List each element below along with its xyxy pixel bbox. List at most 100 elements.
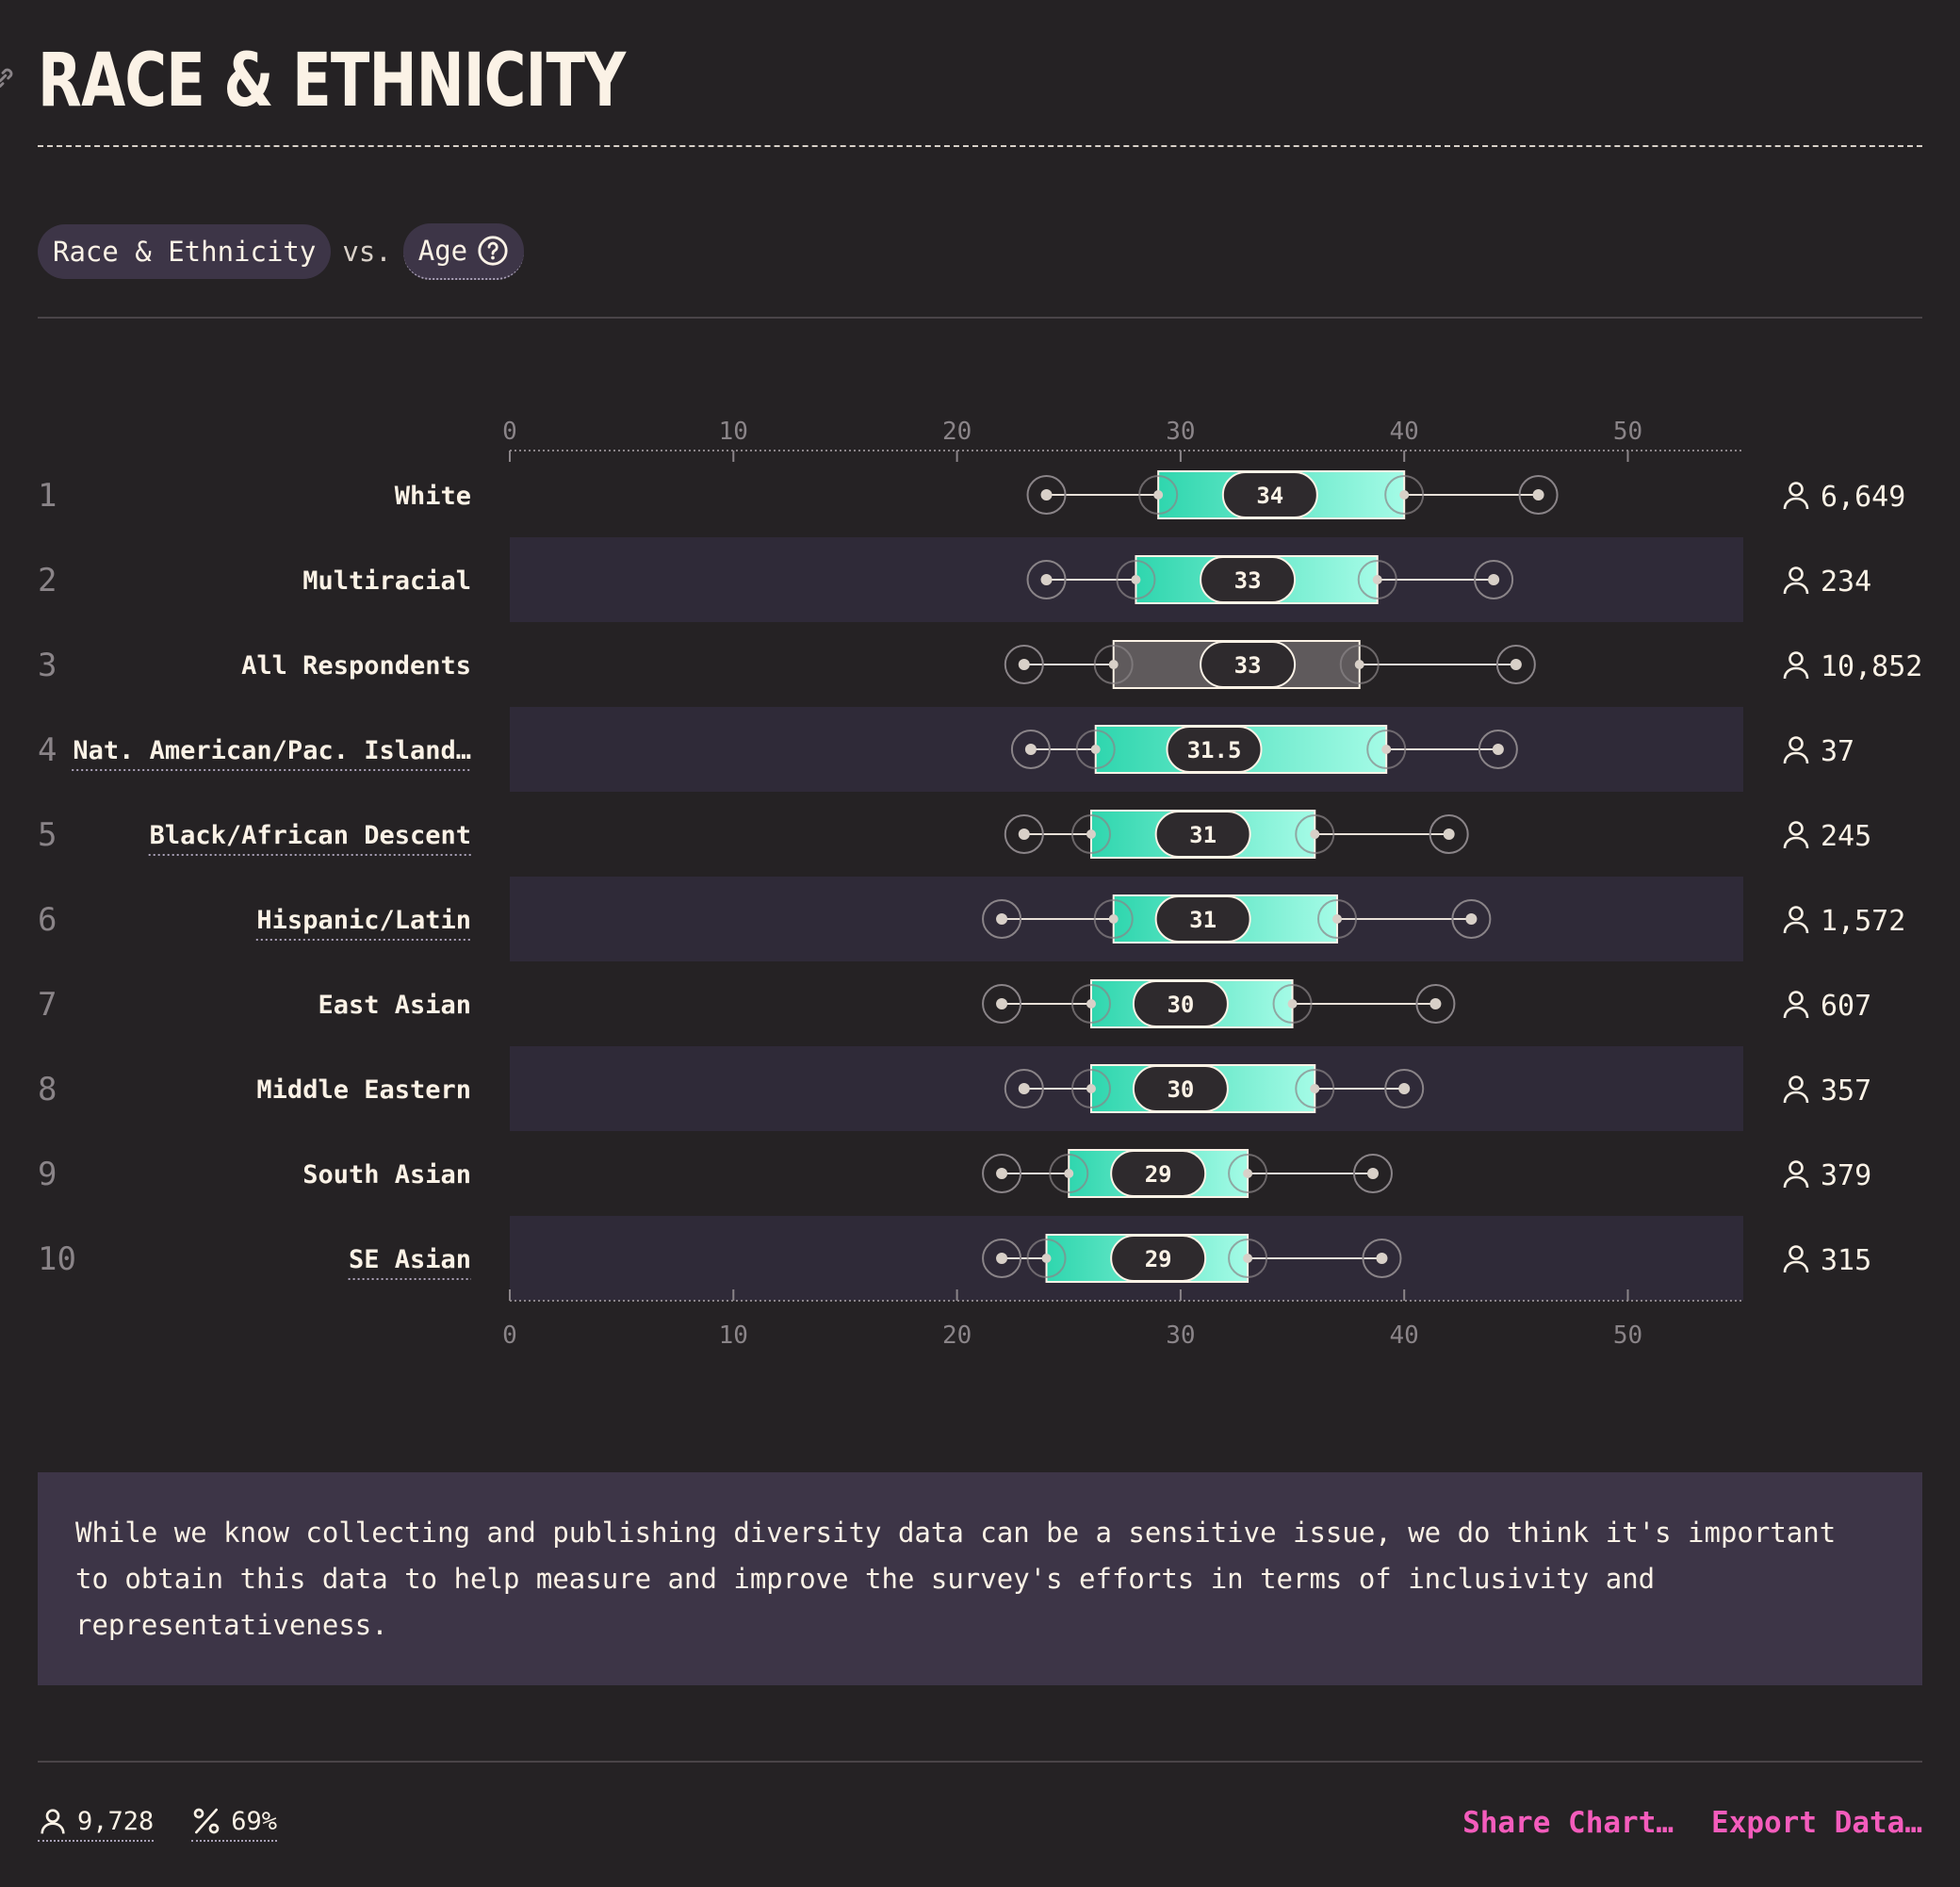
boxplot-row: 5 Black/African Descent 31 245 [38, 810, 1871, 859]
person-icon [1783, 566, 1809, 595]
help-icon[interactable] [477, 235, 509, 267]
whisker-max-dot [1398, 1083, 1411, 1094]
axis-tick-label: 10 [719, 418, 748, 446]
row-count: 315 [1821, 1244, 1871, 1277]
person-icon [41, 1809, 65, 1834]
q3-dot [1372, 575, 1382, 584]
boxplot-row: 1 White 34 6,649 [38, 470, 1905, 519]
axis-tick-label: 20 [942, 1321, 972, 1350]
person-icon-body [1783, 1006, 1809, 1019]
row-count: 37 [1821, 735, 1854, 768]
person-icon [1783, 1160, 1809, 1189]
person-icon [1783, 651, 1809, 680]
whisker-max-dot [1465, 913, 1478, 925]
q3-dot [1310, 829, 1320, 839]
row-rank: 7 [38, 986, 57, 1024]
person-icon [1783, 1075, 1809, 1104]
whisker-min-dot [1024, 744, 1037, 755]
median-label: 29 [1145, 1246, 1172, 1272]
q1-dot [1086, 999, 1096, 1009]
q3-dot [1399, 490, 1410, 500]
respondents-stat[interactable]: 9,728 [38, 1806, 155, 1842]
axis-tick-label: 50 [1613, 418, 1642, 446]
share-chart-link[interactable]: Share Chart… [1462, 1806, 1674, 1840]
respondents-count: 9,728 [77, 1806, 155, 1836]
q1-dot [1086, 1084, 1096, 1093]
q1-dot [1108, 914, 1119, 924]
row-label: Black/African Descent [150, 821, 471, 850]
page-title: RACE & ETHNICITY [38, 39, 626, 123]
axis-tick-label: 30 [1166, 1321, 1195, 1350]
median-label: 29 [1145, 1161, 1172, 1188]
secondary-filter-pill[interactable]: Age [402, 223, 525, 280]
person-icon-body [1783, 1175, 1809, 1189]
row-label: Nat. American/Pac. Island… [73, 736, 471, 765]
whisker-max-dot [1488, 574, 1500, 585]
person-icon-body [1783, 497, 1809, 510]
row-count: 245 [1821, 820, 1871, 853]
row-label: East Asian [318, 991, 471, 1020]
row-count: 234 [1821, 566, 1871, 599]
axis-tick-label: 0 [502, 418, 517, 446]
row-rank: 4 [38, 731, 57, 769]
person-icon-head [1788, 991, 1804, 1006]
whisker-min-dot [1018, 659, 1030, 670]
person-icon [1783, 482, 1809, 510]
note-text: While we know collecting and publishing … [75, 1517, 1837, 1641]
whisker-max-dot [1429, 998, 1442, 1009]
person-icon [1783, 991, 1809, 1019]
q3-dot [1381, 745, 1392, 754]
footer-actions: Share Chart… Export Data… [1462, 1806, 1922, 1840]
whisker-max-dot [1492, 744, 1504, 755]
row-rank: 6 [38, 901, 57, 939]
row-label: SE Asian [349, 1245, 471, 1274]
person-icon-head [1788, 651, 1804, 666]
primary-filter-pill[interactable]: Race & Ethnicity [38, 224, 332, 279]
person-icon-body [1783, 921, 1809, 934]
secondary-filter-label: Age [417, 235, 468, 267]
export-data-link[interactable]: Export Data… [1711, 1806, 1922, 1840]
percent-icon [193, 1808, 220, 1834]
median-label: 31 [1189, 907, 1217, 933]
median-label: 33 [1234, 652, 1262, 679]
percent-stat[interactable]: 69% [191, 1806, 278, 1842]
q1-dot [1086, 829, 1096, 839]
row-rank: 2 [38, 562, 57, 599]
person-icon-head [1788, 1245, 1804, 1260]
boxplot-chart: 0 10 20 30 40 500 10 20 30 40 501 White 34 6,6492 Mult… [38, 418, 1922, 1350]
whisker-min-dot [996, 1253, 1008, 1264]
median-label: 30 [1167, 992, 1194, 1018]
person-icon-head [1788, 906, 1804, 921]
q1-dot [1090, 745, 1101, 754]
row-label: White [395, 482, 471, 511]
row-rank: 3 [38, 647, 57, 684]
filter-row: Race & Ethnicity vs. Age [38, 223, 525, 280]
person-icon-head [1788, 736, 1804, 751]
row-count: 10,852 [1821, 650, 1922, 683]
person-icon [1783, 821, 1809, 849]
row-label: Middle Eastern [256, 1075, 471, 1105]
median-label: 34 [1256, 483, 1283, 509]
person-icon-body [1783, 836, 1809, 849]
axis-tick-label: 20 [942, 418, 972, 446]
whisker-max-dot [1532, 489, 1544, 500]
section-divider [38, 317, 1922, 319]
q1-dot [1064, 1169, 1074, 1178]
person-icon-head [1788, 1160, 1804, 1175]
median-label: 31.5 [1187, 737, 1242, 763]
median-label: 30 [1167, 1076, 1194, 1103]
whisker-max-dot [1366, 1168, 1379, 1179]
whisker-min-dot [1040, 489, 1053, 500]
link-icon[interactable] [0, 62, 19, 94]
whisker-min-dot [996, 998, 1008, 1009]
vs-label: vs. [342, 236, 392, 268]
whisker-max-dot [1510, 659, 1522, 670]
whisker-min-dot [1040, 574, 1053, 585]
q1-dot [1153, 490, 1164, 500]
axis-tick-label: 10 [719, 1321, 748, 1350]
q3-dot [1354, 660, 1364, 669]
primary-filter-label: Race & Ethnicity [53, 236, 317, 268]
person-icon [1783, 1245, 1809, 1273]
whisker-min-dot [1018, 829, 1030, 840]
person-icon-head [1788, 482, 1804, 497]
